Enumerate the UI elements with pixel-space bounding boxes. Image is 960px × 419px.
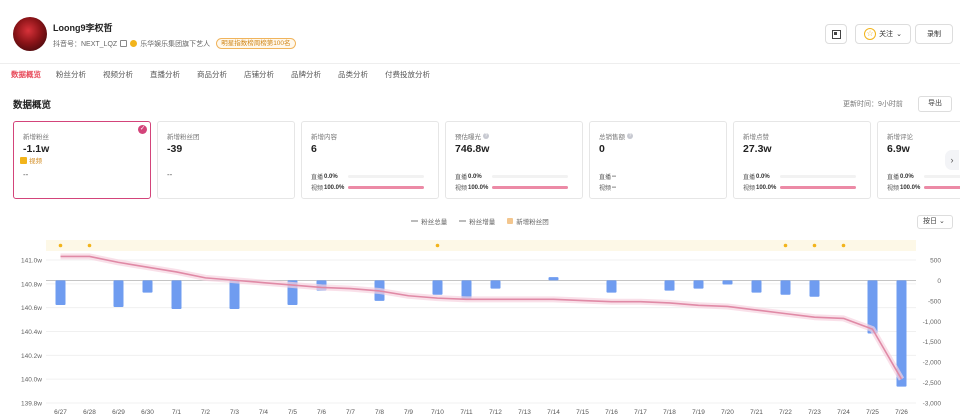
y-right-tick: -1,500 [923, 339, 942, 346]
y-left-tick: 140.0w [21, 377, 42, 384]
x-tick-label: 7/14 [547, 409, 560, 416]
video-event-dot [783, 243, 788, 248]
x-tick-label: 7/15 [576, 409, 589, 416]
y-left-tick: 140.2w [21, 353, 42, 360]
fans-increase-bar [113, 280, 124, 307]
x-tick-label: 7/24 [837, 409, 850, 416]
y-right-tick: 0 [937, 278, 941, 285]
fans-increase-bar [722, 280, 733, 285]
fans-increase-bar [548, 277, 559, 281]
video-event-dot [58, 243, 63, 248]
x-tick-label: 7/19 [692, 409, 705, 416]
x-tick-label: 6/27 [54, 409, 67, 416]
x-tick-label: 7/22 [779, 409, 792, 416]
x-tick-label: 7/2 [201, 409, 210, 416]
x-tick-label: 7/21 [750, 409, 763, 416]
x-tick-label: 6/28 [83, 409, 96, 416]
y-left-tick: 139.8w [21, 401, 42, 408]
y-right-tick: -500 [928, 298, 941, 305]
video-event-label: 视频 [29, 158, 42, 165]
y-left-tick: 141.0w [21, 258, 42, 265]
x-tick-label: 7/9 [404, 409, 413, 416]
fans-increase-bar [432, 280, 443, 295]
video-icon [20, 156, 27, 164]
x-tick-label: 7/23 [808, 409, 821, 416]
x-tick-label: 7/26 [895, 409, 908, 416]
y-right-tick: 500 [930, 258, 941, 265]
y-left-tick: 140.4w [21, 329, 42, 336]
fans-increase-bar [780, 280, 791, 295]
x-tick-label: 7/25 [866, 409, 879, 416]
x-tick-label: 7/6 [317, 409, 326, 416]
fans-increase-bar [606, 280, 617, 293]
fans-increase-bar [751, 280, 762, 293]
x-tick-label: 7/4 [259, 409, 268, 416]
y-left-tick: 140.6w [21, 305, 42, 312]
fans-trend-chart: 141.0w 140.8w 140.6w 140.4w 140.2w 140.0w 139.… [21, 240, 942, 416]
y-right-tick: -1,000 [923, 319, 942, 326]
fans-increase-bar [490, 280, 501, 289]
x-tick-label: 7/5 [288, 409, 297, 416]
video-event-dot [812, 243, 817, 248]
x-tick-label: 7/13 [518, 409, 531, 416]
video-event-dot [841, 243, 846, 248]
x-tick-label: 7/11 [460, 409, 473, 416]
fans-increase-bar [55, 280, 66, 305]
x-tick-label: 7/18 [663, 409, 676, 416]
y-right-tick: -3,000 [923, 401, 942, 408]
y-left-tick: 140.8w [21, 281, 42, 288]
fans-increase-bar [142, 280, 153, 293]
x-tick-label: 7/10 [431, 409, 444, 416]
video-event-dot [435, 243, 440, 248]
x-tick-label: 7/8 [375, 409, 384, 416]
x-tick-label: 6/29 [112, 409, 125, 416]
page: Loong9李权哲 抖音号：NEXT_LQZ 乐华娱乐集团旗下艺人 明星指数榜周… [0, 0, 960, 419]
fans-increase-bar [809, 280, 820, 297]
fans-increase-bar [171, 280, 182, 310]
video-event-tag: 视频 [20, 155, 42, 165]
x-tick-label: 6/30 [141, 409, 154, 416]
fans-increase-bar [461, 280, 472, 299]
fans-increase-bar [693, 280, 704, 289]
fans-increase-bar [229, 280, 240, 310]
fans-total-line-glow [60, 253, 905, 381]
x-tick-label: 7/20 [721, 409, 734, 416]
y-right-tick: -2,500 [923, 380, 942, 387]
y-right-tick: -2,000 [923, 360, 942, 367]
x-tick-label: 7/7 [346, 409, 355, 416]
fans-increase-bar [664, 280, 675, 291]
x-tick-label: 7/17 [634, 409, 647, 416]
x-tick-label: 7/1 [172, 409, 181, 416]
x-tick-label: 7/16 [605, 409, 618, 416]
video-event-dot [87, 243, 92, 248]
x-tick-label: 7/12 [489, 409, 502, 416]
x-tick-label: 7/3 [230, 409, 239, 416]
